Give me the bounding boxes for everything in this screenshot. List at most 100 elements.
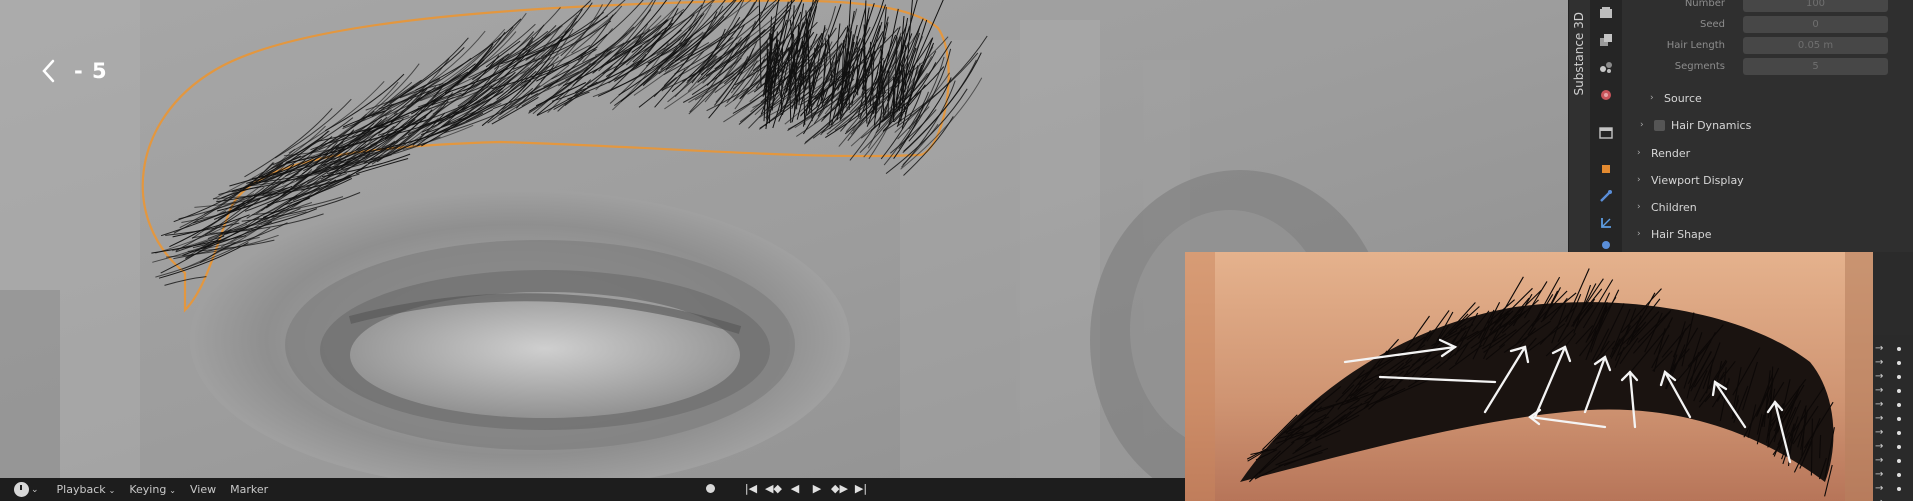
jump-end-button[interactable]: ▶|	[853, 482, 869, 495]
list-item[interactable]: →	[1873, 399, 1913, 411]
physics-icon[interactable]	[1597, 240, 1615, 250]
record-icon[interactable]	[706, 484, 715, 493]
list-item[interactable]: →	[1873, 483, 1913, 495]
chevron-down-icon: ⌄	[31, 484, 39, 495]
field-seed: Seed 0	[1622, 14, 1913, 34]
arrow-right-icon: →	[1875, 371, 1884, 382]
list-item[interactable]: →	[1873, 385, 1913, 397]
menu-marker[interactable]: Marker	[230, 483, 268, 496]
field-hair-length: Hair Length 0.05 m	[1622, 35, 1913, 55]
section-source-label: Source	[1664, 91, 1702, 105]
back-step-control[interactable]: - 5	[38, 58, 108, 84]
menu-playback-label: Playback	[56, 483, 106, 496]
section-viewport-display[interactable]: › Viewport Display	[1622, 169, 1913, 191]
play-button[interactable]: ▶	[809, 482, 825, 495]
editor-type-selector[interactable]: ⌄	[14, 482, 39, 497]
section-viewport-display-label: Viewport Display	[1651, 173, 1744, 187]
chevron-right-icon: ›	[1640, 120, 1644, 130]
particles-icon[interactable]	[1597, 214, 1615, 232]
arrow-right-icon: →	[1875, 455, 1884, 466]
properties-tabs	[1590, 0, 1622, 252]
arrow-right-icon: →	[1875, 427, 1884, 438]
chevron-right-icon: ›	[1637, 175, 1641, 185]
field-number-label: Number	[1684, 0, 1725, 9]
list-item[interactable]: →	[1873, 427, 1913, 439]
section-render-label: Render	[1651, 146, 1691, 160]
field-hair-length-input[interactable]: 0.05 m	[1743, 36, 1888, 54]
editor-type-icon	[14, 482, 29, 497]
dot-icon	[1897, 431, 1901, 435]
chevron-left-icon	[42, 59, 55, 83]
particle-settings-panel: Number 100 Seed 0 Hair Length 0.05 m Seg…	[1622, 0, 1913, 252]
chevron-right-icon: ›	[1637, 202, 1641, 212]
chevron-right-icon: ›	[1637, 229, 1641, 239]
dot-icon	[1897, 375, 1901, 379]
field-seed-label: Seed	[1700, 18, 1725, 30]
section-hair-dynamics[interactable]: › Hair Dynamics	[1622, 114, 1913, 136]
field-segments-label: Segments	[1674, 60, 1725, 72]
arrow-right-icon: →	[1875, 343, 1884, 354]
view-layer-icon[interactable]	[1597, 86, 1615, 104]
list-item[interactable]: →	[1873, 413, 1913, 425]
list-item[interactable]: →	[1873, 455, 1913, 467]
dot-icon	[1897, 473, 1901, 477]
list-item[interactable]: →	[1873, 357, 1913, 369]
menu-view[interactable]: View	[190, 483, 216, 496]
menu-keying-label: Keying	[129, 483, 167, 496]
reference-photo	[1185, 252, 1873, 501]
field-seed-input[interactable]: 0	[1743, 15, 1888, 33]
dot-icon	[1897, 459, 1901, 463]
field-segments: Segments 5	[1622, 56, 1913, 76]
field-hair-length-label: Hair Length	[1666, 39, 1725, 51]
arrow-right-icon: →	[1875, 483, 1884, 494]
modifier-icon[interactable]	[1597, 187, 1615, 205]
chevron-right-icon: ›	[1637, 148, 1641, 158]
substance-side-tab[interactable]: Substance 3D	[1568, 0, 1590, 252]
dot-icon	[1897, 389, 1901, 393]
chevron-down-icon: ⌄	[169, 486, 176, 495]
arrow-right-icon: →	[1875, 497, 1883, 501]
output-icon[interactable]	[1597, 58, 1615, 76]
section-hair-shape-label: Hair Shape	[1651, 227, 1712, 241]
section-render[interactable]: › Render	[1622, 142, 1913, 164]
prev-keyframe-button[interactable]: ◀◆	[765, 482, 782, 495]
arrow-right-icon: →	[1875, 469, 1884, 480]
field-number-input[interactable]: 100	[1743, 0, 1888, 12]
field-segments-input[interactable]: 5	[1743, 57, 1888, 75]
dot-icon	[1897, 347, 1901, 351]
object-icon[interactable]	[1597, 160, 1615, 178]
timeline-menu: Playback ⌄ Keying ⌄ View Marker	[57, 483, 269, 496]
section-source[interactable]: › Source	[1622, 87, 1913, 109]
list-item[interactable]: →	[1873, 497, 1913, 501]
list-item[interactable]: →	[1873, 469, 1913, 481]
arrow-right-icon: →	[1875, 385, 1884, 396]
list-item[interactable]: →	[1873, 371, 1913, 383]
playback-controls: |◀ ◀◆ ◀ ▶ ◆▶ ▶|	[706, 482, 869, 495]
dot-icon	[1897, 445, 1901, 449]
menu-keying[interactable]: Keying ⌄	[129, 483, 176, 496]
section-children-label: Children	[1651, 200, 1697, 214]
tool-icon[interactable]	[1597, 4, 1615, 22]
substance-tab-label: Substance 3D	[1572, 12, 1586, 96]
dot-icon	[1897, 361, 1901, 365]
chevron-right-icon: ›	[1650, 93, 1654, 103]
hair-dynamics-checkbox[interactable]	[1654, 119, 1665, 131]
jump-start-button[interactable]: |◀	[743, 482, 759, 495]
scene-icon[interactable]	[1597, 124, 1615, 142]
menu-playback[interactable]: Playback ⌄	[57, 483, 116, 496]
arrow-right-icon: →	[1875, 357, 1884, 368]
arrow-right-icon: →	[1875, 413, 1884, 424]
next-keyframe-button[interactable]: ◆▶	[831, 482, 848, 495]
play-reverse-button[interactable]: ◀	[787, 482, 803, 495]
section-hair-dynamics-label: Hair Dynamics	[1671, 118, 1752, 132]
render-icon[interactable]	[1597, 31, 1615, 49]
arrow-right-icon: →	[1875, 399, 1884, 410]
chevron-down-icon: ⌄	[108, 486, 116, 495]
section-children[interactable]: › Children	[1622, 196, 1913, 218]
list-item[interactable]: →	[1873, 343, 1913, 355]
step-indicator: - 5	[74, 59, 108, 83]
field-number: Number 100	[1622, 0, 1913, 13]
section-hair-shape[interactable]: › Hair Shape	[1622, 223, 1913, 245]
right-edge-list: → → → → → → → → → → → →	[1873, 335, 1913, 501]
list-item[interactable]: →	[1873, 441, 1913, 453]
